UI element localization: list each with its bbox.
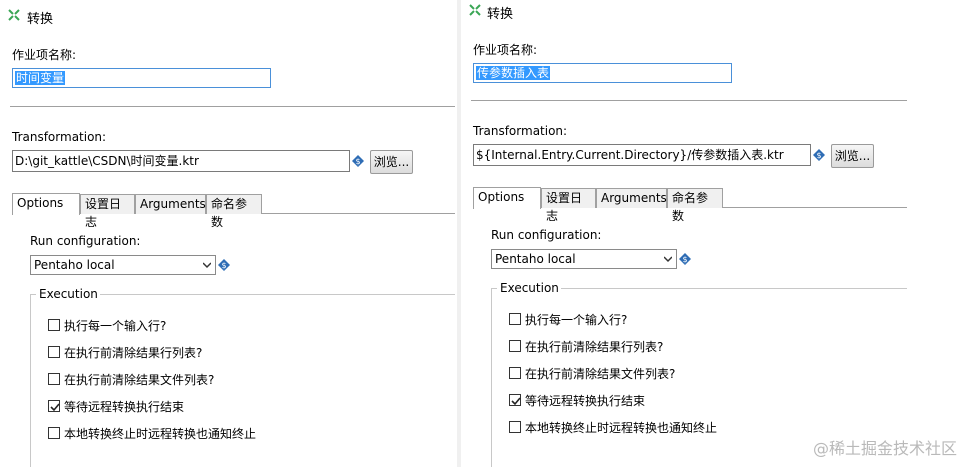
svg-text:$: $ xyxy=(355,157,360,166)
tab-logging[interactable]: 设置日志 xyxy=(80,194,135,229)
variable-diamond-icon[interactable]: $ xyxy=(218,259,230,271)
execute-each-row-checkbox[interactable] xyxy=(48,319,60,331)
execution-group-border xyxy=(491,288,497,289)
wait-remote-checkbox[interactable] xyxy=(48,400,60,412)
browse-button[interactable]: 浏览... xyxy=(370,150,413,174)
notify-remote-checkbox[interactable] xyxy=(48,427,60,439)
panel-divider xyxy=(457,0,461,467)
clear-result-files-checkbox[interactable] xyxy=(48,373,60,385)
dialog-title: 转换 xyxy=(487,7,514,22)
tab-logging[interactable]: 设置日志 xyxy=(541,188,596,223)
clear-result-rows-checkbox[interactable] xyxy=(509,340,521,352)
variable-diamond-icon[interactable]: $ xyxy=(679,253,691,265)
job-name-value: 传参数插入表 xyxy=(476,66,551,80)
tab-named-parameters[interactable]: 命名参数 xyxy=(206,194,262,229)
separator xyxy=(471,100,907,101)
check-icon xyxy=(511,397,521,406)
left-dialog: 转换 作业项名称: 时间变量 Transformation: D:\git_ka… xyxy=(0,0,455,467)
svg-text:$: $ xyxy=(221,261,226,270)
run-configuration-value: Pentaho local xyxy=(495,252,576,266)
clear-result-rows-checkbox[interactable] xyxy=(48,346,60,358)
run-configuration-value: Pentaho local xyxy=(34,258,115,272)
run-configuration-label: Run configuration: xyxy=(30,234,141,248)
clear-result-rows-label: 在执行前清除结果行列表? xyxy=(525,340,664,354)
tab-named-parameters[interactable]: 命名参数 xyxy=(667,188,723,223)
run-configuration-label: Run configuration: xyxy=(491,228,602,242)
job-name-input[interactable]: 传参数插入表 xyxy=(473,63,732,83)
transformation-icon xyxy=(469,4,481,16)
transformation-path-input[interactable]: ${Internal.Entry.Current.Directory}/传参数插… xyxy=(473,144,811,166)
execution-group-label: Execution xyxy=(39,287,98,301)
transformation-icon xyxy=(8,9,20,21)
check-icon xyxy=(50,403,60,412)
execution-group-label: Execution xyxy=(500,281,559,295)
notify-remote-label: 本地转换终止时远程转换也通知终止 xyxy=(525,421,718,435)
execution-group-border xyxy=(30,294,31,467)
wait-remote-label: 等待远程转换执行结束 xyxy=(64,400,185,414)
run-configuration-select[interactable]: Pentaho local xyxy=(30,255,216,275)
notify-remote-label: 本地转换终止时远程转换也通知终止 xyxy=(64,427,257,441)
clear-result-rows-label: 在执行前清除结果行列表? xyxy=(64,346,203,360)
execution-group-border xyxy=(100,294,455,295)
transformation-path-input[interactable]: D:\git_kattle\CSDN\时间变量.ktr xyxy=(12,150,350,172)
tab-arguments[interactable]: Arguments xyxy=(596,188,667,208)
transformation-label: Transformation: xyxy=(12,130,107,144)
job-name-label: 作业项名称: xyxy=(473,43,538,57)
browse-button[interactable]: 浏览... xyxy=(831,144,874,168)
execution-group-border xyxy=(561,288,907,289)
dialog-title: 转换 xyxy=(27,12,54,27)
execute-each-row-label: 执行每一个输入行? xyxy=(525,313,628,327)
clear-result-files-label: 在执行前清除结果文件列表? xyxy=(525,367,676,381)
tab-options[interactable]: Options xyxy=(473,187,541,209)
wait-remote-label: 等待远程转换执行结束 xyxy=(525,394,646,408)
job-name-input[interactable]: 时间变量 xyxy=(12,68,271,88)
svg-text:$: $ xyxy=(682,255,687,264)
notify-remote-checkbox[interactable] xyxy=(509,421,521,433)
chevron-down-icon xyxy=(203,262,211,269)
job-name-label: 作业项名称: xyxy=(12,48,77,62)
execute-each-row-label: 执行每一个输入行? xyxy=(64,319,167,333)
clear-result-files-checkbox[interactable] xyxy=(509,367,521,379)
svg-text:$: $ xyxy=(816,151,821,160)
watermark: @稀土掘金技术社区 xyxy=(812,439,957,458)
variable-diamond-icon[interactable]: $ xyxy=(352,155,364,167)
right-dialog: 转换 作业项名称: 传参数插入表 Transformation: ${Inter… xyxy=(463,0,963,467)
tab-arguments[interactable]: Arguments xyxy=(135,194,206,214)
wait-remote-checkbox[interactable] xyxy=(509,394,521,406)
tab-options[interactable]: Options xyxy=(12,193,80,215)
transformation-label: Transformation: xyxy=(473,124,568,138)
separator xyxy=(10,106,455,107)
execute-each-row-checkbox[interactable] xyxy=(509,313,521,325)
execution-group-border xyxy=(491,288,492,467)
execution-group-border xyxy=(30,294,36,295)
job-name-value: 时间变量 xyxy=(15,71,66,85)
run-configuration-select[interactable]: Pentaho local xyxy=(491,249,677,269)
variable-diamond-icon[interactable]: $ xyxy=(813,149,825,161)
chevron-down-icon xyxy=(664,256,672,263)
clear-result-files-label: 在执行前清除结果文件列表? xyxy=(64,373,215,387)
